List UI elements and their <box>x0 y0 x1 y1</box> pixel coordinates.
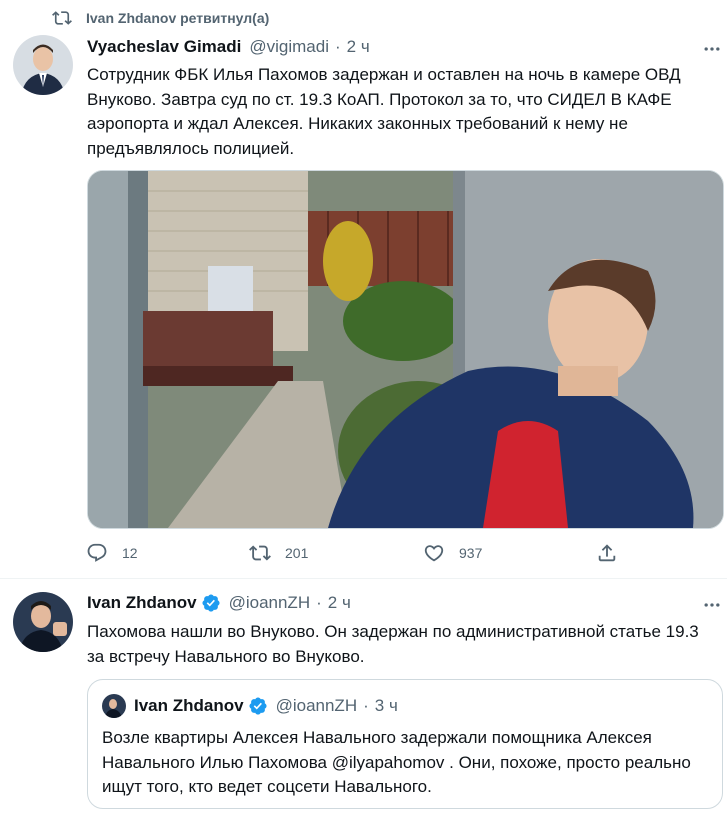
tweet-header: Vyacheslav Gimadi @vigimadi · 2 ч <box>87 37 370 57</box>
quoted-tweet-text: Возле квартиры Алексея Навального задерж… <box>102 728 691 796</box>
tweet-header: Ivan Zhdanov @ioannZH · 2 ч <box>87 593 351 613</box>
timestamp[interactable]: 2 ч <box>347 37 370 57</box>
quoted-tweet-header: Ivan Zhdanov @ioannZH · 3 ч <box>102 694 398 718</box>
retweet-label[interactable]: Ivan Zhdanov ретвитнул(а) <box>86 10 269 26</box>
timestamp[interactable]: 2 ч <box>328 593 351 613</box>
like-count: 937 <box>459 545 483 561</box>
tweet-text: Пахомова нашли во Внуково. Он задержан п… <box>87 622 699 666</box>
reply-button[interactable]: 12 <box>86 542 138 564</box>
separator-dot: · <box>363 696 369 715</box>
retweet-count: 201 <box>285 545 309 561</box>
avatar[interactable] <box>13 592 73 652</box>
author-name[interactable]: Ivan Zhdanov <box>87 593 197 613</box>
share-icon <box>598 544 616 562</box>
separator-dot: · <box>334 37 341 56</box>
heart-icon <box>424 545 444 562</box>
more-icon <box>704 47 720 51</box>
more-options-button[interactable] <box>700 593 724 617</box>
avatar <box>102 694 126 718</box>
more-icon <box>704 603 720 607</box>
retweet-icon <box>52 11 72 25</box>
share-button[interactable] <box>596 542 618 564</box>
tweet-actions: 12 201 937 <box>86 540 626 568</box>
verified-badge-icon <box>202 594 220 612</box>
reply-icon <box>87 543 107 562</box>
avatar[interactable] <box>13 35 73 95</box>
quoted-tweet[interactable]: Ivan Zhdanov @ioannZH · 3 ч Возле кварти… <box>87 679 723 809</box>
author-handle[interactable]: @vigimadi <box>249 37 329 57</box>
tweet-photo[interactable] <box>87 170 724 529</box>
author-handle[interactable]: @ioannZH <box>229 593 311 613</box>
retweet-header: Ivan Zhdanov ретвитнул(а) <box>52 8 269 28</box>
retweet-icon <box>249 545 271 561</box>
author-handle: @ioannZH <box>275 696 358 715</box>
author-name: Ivan Zhdanov <box>134 696 244 715</box>
retweet-button[interactable]: 201 <box>249 542 308 564</box>
tweet-text: Сотрудник ФБК Илья Пахомов задержан и ос… <box>87 65 681 158</box>
author-name[interactable]: Vyacheslav Gimadi <box>87 37 241 57</box>
like-button[interactable]: 937 <box>423 542 482 564</box>
verified-badge-icon <box>249 697 267 715</box>
separator-dot: · <box>316 593 322 612</box>
tweet-divider <box>0 578 727 579</box>
reply-count: 12 <box>122 545 138 561</box>
more-options-button[interactable] <box>700 37 724 61</box>
timestamp: 3 ч <box>374 696 398 715</box>
